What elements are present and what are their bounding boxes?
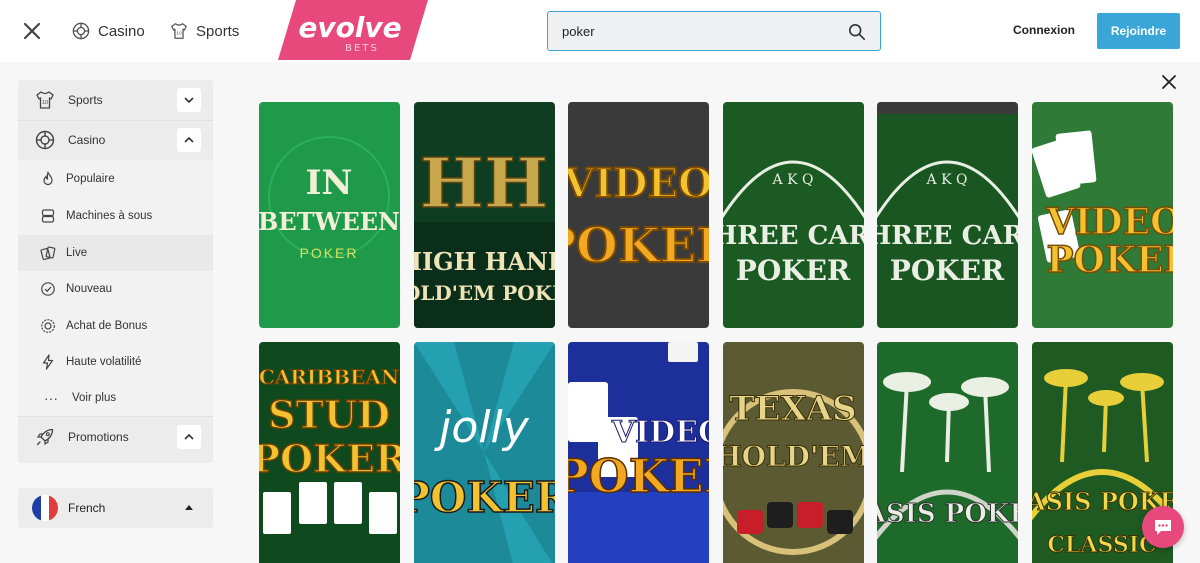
- game-title-line: HIGH HAND: [414, 247, 555, 276]
- game-card-video-poker-3[interactable]: VIDEO POKER: [568, 342, 709, 563]
- game-title-line: STUD: [268, 392, 390, 437]
- game-card-high-hand-holdem[interactable]: HH HIGH HAND HOLD'EM POKER: [414, 102, 555, 328]
- game-card-texas-holdem[interactable]: TEXAS HOLD'EM: [723, 342, 864, 563]
- bonus-gear-icon: [41, 319, 55, 333]
- flame-icon: [43, 171, 53, 186]
- game-title-line: THREE CARD: [877, 221, 1018, 251]
- lightning-icon: [42, 354, 54, 370]
- jersey-icon: 10: [36, 91, 54, 109]
- game-title-line: POKER: [259, 436, 400, 481]
- sidebar-subitem-machines[interactable]: Machines à sous: [18, 198, 213, 234]
- more-dots-icon: ···: [44, 390, 58, 406]
- sidebar-item-promotions[interactable]: Promotions: [18, 417, 213, 457]
- caret-up-icon: [185, 505, 193, 510]
- game-title-line: HOLD'EM POKER: [414, 281, 555, 305]
- sidebar-subitem-nouveau[interactable]: Nouveau: [18, 271, 213, 307]
- cards-icon: [40, 246, 56, 261]
- game-card-video-poker-2[interactable]: VIDEO POKER: [1032, 102, 1173, 328]
- game-card-video-poker[interactable]: VIDEO POKER: [568, 102, 709, 328]
- nav-sports[interactable]: 10 Sports: [170, 20, 239, 42]
- game-card-three-card-poker[interactable]: A K Q THREE CARD POKER: [723, 102, 864, 328]
- game-title-line: VIDEO: [1046, 201, 1173, 243]
- sidebar-item-casino[interactable]: Casino: [18, 120, 213, 160]
- game-card-caribbean-stud-poker[interactable]: CARIBBEAN STUD POKER: [259, 342, 400, 563]
- sidebar-subitem-voir-plus[interactable]: ··· Voir plus: [18, 380, 213, 416]
- game-title-line: OASIS POKER: [877, 499, 1018, 529]
- chevron-down-icon[interactable]: [177, 88, 201, 112]
- game-title-line: A K Q: [772, 172, 814, 188]
- sidebar-subitem-label: Nouveau: [66, 283, 113, 295]
- game-title-line: POKER: [890, 254, 1005, 287]
- sidebar-item-sports[interactable]: 10 Sports: [18, 80, 213, 120]
- nav-casino-label: Casino: [98, 22, 145, 40]
- game-title-line: A K Q: [926, 172, 968, 188]
- casino-chip-icon: [35, 130, 55, 150]
- game-title-line: VIDEO: [611, 415, 709, 450]
- sidebar-subitem-live[interactable]: Live: [18, 235, 213, 271]
- game-title-line: VIDEO: [568, 160, 709, 207]
- svg-text:10: 10: [176, 31, 182, 37]
- sidebar-item-label: Promotions: [68, 430, 129, 444]
- sidebar-subitem-label: Populaire: [66, 173, 115, 185]
- svg-text:10: 10: [42, 100, 48, 106]
- game-title-line: POKER: [414, 473, 555, 522]
- sidebar-subitem-label: Voir plus: [72, 392, 117, 404]
- sidebar-subitem-label: Haute volatilité: [66, 356, 142, 368]
- sidebar-subitem-label: Achat de Bonus: [66, 320, 148, 332]
- nav-sports-label: Sports: [196, 22, 240, 40]
- jersey-icon: 10: [171, 23, 187, 39]
- search-icon[interactable]: [848, 23, 866, 41]
- search-box: [547, 11, 881, 51]
- login-link[interactable]: Connexion: [1013, 23, 1075, 37]
- game-title-line: POKER: [736, 254, 851, 287]
- sidebar-subitem-label: Live: [66, 247, 88, 259]
- game-card-oasis-poker[interactable]: OASIS POKER: [877, 342, 1018, 563]
- close-search-icon[interactable]: [1160, 73, 1178, 91]
- game-title-line: CARIBBEAN: [259, 365, 399, 389]
- evolve-bets-logo[interactable]: evolve BETS: [278, 0, 428, 60]
- game-title-line: IN: [306, 163, 353, 203]
- logo-subtext: BETS: [345, 43, 379, 54]
- game-title-line: POKER: [1046, 239, 1173, 281]
- chevron-up-icon[interactable]: [177, 425, 201, 449]
- close-icon[interactable]: [20, 19, 44, 43]
- top-header: Casino 10 Sports evolve BETS Connexion R…: [0, 0, 1200, 62]
- game-title-line: POKER: [568, 449, 709, 503]
- game-card-jolly-poker[interactable]: jolly POKER: [414, 342, 555, 563]
- sidebar-subitem-label: Machines à sous: [66, 210, 153, 222]
- chevron-up-icon[interactable]: [177, 128, 201, 152]
- game-results-grid: IN BETWEEN POKER HH HIGH HAND HOLD'EM PO…: [259, 102, 1200, 563]
- chat-button[interactable]: [1142, 506, 1184, 548]
- logo-text: evolve: [298, 11, 401, 44]
- sidebar-menu: 10 Sports Casino Populaire Machines à so…: [18, 80, 213, 463]
- casino-chip-icon: [72, 22, 90, 40]
- search-input[interactable]: [562, 24, 832, 39]
- game-title-line: POKER: [299, 245, 358, 261]
- search-overlay-panel: 10 Sports Casino Populaire Machines à so…: [0, 62, 1200, 563]
- game-card-three-card-poker-2[interactable]: A K Q THREE CARD POKER: [877, 102, 1018, 328]
- rocket-icon: [36, 428, 54, 446]
- sidebar-subitem-populaire[interactable]: Populaire: [18, 161, 213, 197]
- sidebar-subitem-bonus[interactable]: Achat de Bonus: [18, 308, 213, 344]
- game-title-line: POKER: [568, 218, 709, 274]
- chat-bubble-icon: [1155, 520, 1171, 535]
- game-title-line: CLASSIC: [1047, 532, 1156, 558]
- game-title-line: TEXAS: [729, 389, 856, 429]
- game-title-line: THREE CARD: [723, 221, 864, 251]
- game-title-line: HOLD'EM: [723, 440, 864, 473]
- badge-check-icon: [41, 282, 55, 296]
- language-label: French: [68, 501, 106, 515]
- join-button[interactable]: Rejoindre: [1097, 13, 1180, 49]
- sidebar-item-label: Casino: [68, 133, 106, 147]
- language-selector[interactable]: French: [18, 488, 213, 528]
- french-flag-icon: [32, 495, 58, 521]
- game-title-line: HH: [420, 144, 549, 224]
- game-title-line: BETWEEN: [259, 207, 400, 236]
- slot-machine-icon: [41, 209, 55, 223]
- sidebar-subitem-volatilite[interactable]: Haute volatilité: [18, 344, 213, 380]
- nav-casino[interactable]: Casino: [72, 20, 145, 42]
- sidebar-item-label: Sports: [68, 93, 103, 107]
- game-card-in-between-poker[interactable]: IN BETWEEN POKER: [259, 102, 400, 328]
- game-title-line: jolly: [434, 402, 530, 453]
